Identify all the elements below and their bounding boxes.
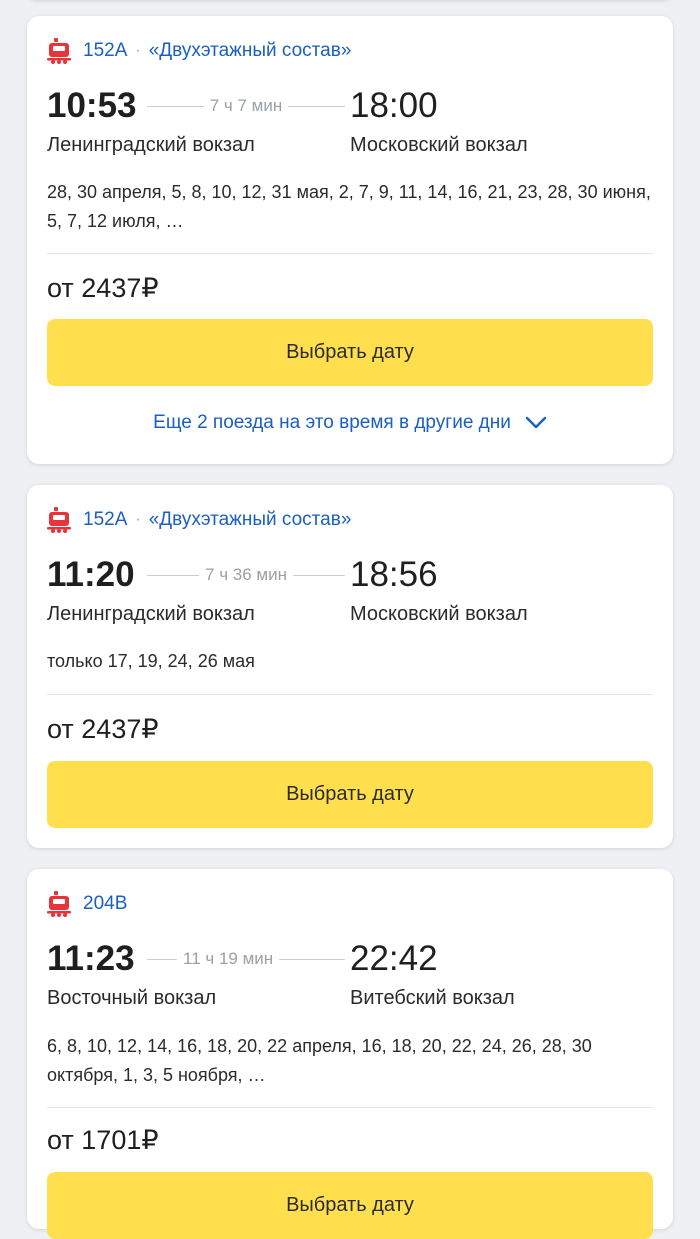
train-icon [47, 891, 71, 917]
train-info: 204В [47, 889, 127, 919]
train-number-link[interactable]: 152А [83, 509, 127, 531]
departure-time: 11:20 [47, 555, 135, 594]
trip-card: 152А · «Двухэтажный состав» 11:20 7 ч 36… [27, 485, 673, 848]
travel-dates: только 17, 19, 24, 26 мая [47, 651, 255, 671]
train-icon [47, 38, 71, 64]
train-info: 152А · «Двухэтажный состав» [47, 505, 351, 535]
trip-duration: 7 ч 36 мин [205, 565, 287, 584]
departure-station: Ленинградский вокзал [47, 603, 255, 625]
divider [47, 253, 653, 254]
chevron-down-icon [525, 416, 547, 429]
train-icon [47, 507, 71, 533]
departure-station: Восточный вокзал [47, 987, 217, 1009]
trip-duration: 11 ч 19 мин [183, 949, 274, 968]
price: от 1701₽ [47, 1125, 159, 1155]
trip-card: 204В 11:23 11 ч 19 мин 22:42 Восточный в… [27, 869, 673, 1239]
schedule-times: 11:23 11 ч 19 мин 22:42 [47, 937, 653, 981]
train-name-link[interactable]: «Двухэтажный состав» [149, 509, 352, 531]
train-info: 152А · «Двухэтажный состав» [47, 36, 351, 66]
arrival-time: 22:42 [350, 939, 438, 978]
arrival-time: 18:56 [350, 555, 438, 594]
arrival-station: Витебский вокзал [350, 987, 515, 1009]
arrival-station: Московский вокзал [350, 134, 528, 156]
separator-dot: · [135, 511, 141, 528]
travel-dates: 28, 30 апреля, 5, 8, 10, 12, 31 мая, 2, … [47, 182, 651, 231]
departure-station: Ленинградский вокзал [47, 134, 255, 156]
departure-time: 10:53 [47, 86, 137, 125]
divider [47, 1107, 653, 1108]
trip-card: 152А · «Двухэтажный состав» 10:53 7 ч 7 … [27, 16, 673, 464]
price: от 2437₽ [47, 273, 159, 303]
more-trains-label: Еще 2 поезда на это время в другие дни [153, 412, 511, 433]
select-date-button[interactable]: Выбрать дату [47, 319, 653, 386]
train-number-link[interactable]: 204В [83, 893, 127, 915]
travel-dates: 6, 8, 10, 12, 14, 16, 18, 20, 22 апреля,… [47, 1036, 592, 1085]
train-number-link[interactable]: 152А [83, 40, 127, 62]
arrival-time: 18:00 [350, 86, 438, 125]
trip-duration: 7 ч 7 мин [209, 96, 283, 115]
separator-dot: · [135, 42, 141, 59]
more-trains-link[interactable]: Еще 2 поезда на это время в другие дни [27, 412, 673, 434]
select-date-button[interactable]: Выбрать дату [47, 761, 653, 828]
schedule-times: 10:53 7 ч 7 мин 18:00 [47, 84, 653, 128]
departure-time: 11:23 [47, 939, 135, 978]
arrival-station: Московский вокзал [350, 603, 528, 625]
select-date-button[interactable]: Выбрать дату [47, 1172, 653, 1239]
train-name-link[interactable]: «Двухэтажный состав» [149, 40, 352, 62]
divider [47, 694, 653, 695]
schedule-times: 11:20 7 ч 36 мин 18:56 [47, 553, 653, 597]
price: от 2437₽ [47, 714, 159, 744]
